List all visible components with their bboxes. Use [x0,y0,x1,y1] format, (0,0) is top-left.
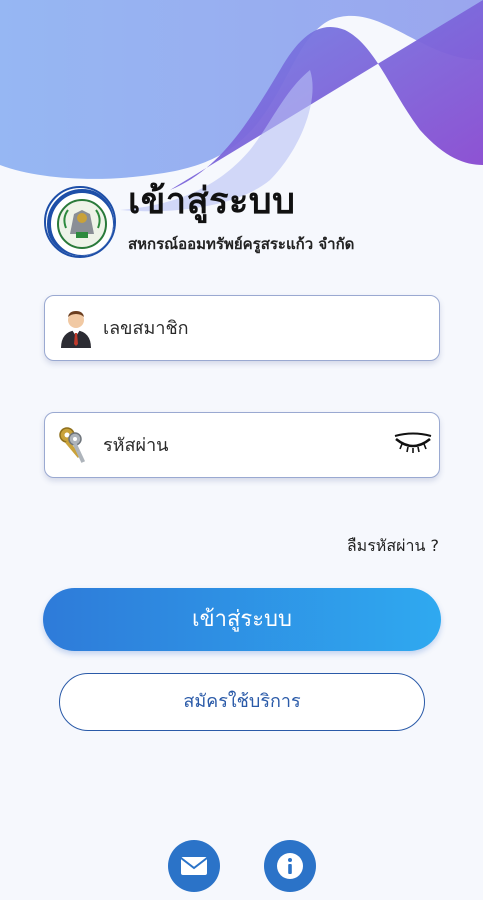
login-header: เข้าสู่ระบบ สหกรณ์ออมทรัพย์ครูสระแก้ว จำ… [44,172,464,262]
organization-name: สหกรณ์ออมทรัพย์ครูสระแก้ว จำกัด [128,235,355,253]
password-field[interactable] [44,412,440,478]
register-button[interactable]: สมัครใช้บริการ [59,673,425,731]
mail-icon [180,857,208,875]
key-icon [59,427,86,463]
login-button[interactable]: เข้าสู่ระบบ [43,588,441,651]
password-input[interactable] [103,427,383,463]
info-icon [277,853,303,879]
user-icon [61,311,91,348]
cooperative-logo [44,186,116,258]
member-id-input[interactable] [103,310,383,346]
eye-closed-icon[interactable] [393,431,433,457]
contact-mail-button[interactable] [168,840,220,892]
forgot-password-link[interactable]: ลืมรหัสผ่าน ? [347,534,439,559]
info-button[interactable] [264,840,316,892]
page-title: เข้าสู่ระบบ [128,181,296,222]
member-id-field[interactable] [44,295,440,361]
